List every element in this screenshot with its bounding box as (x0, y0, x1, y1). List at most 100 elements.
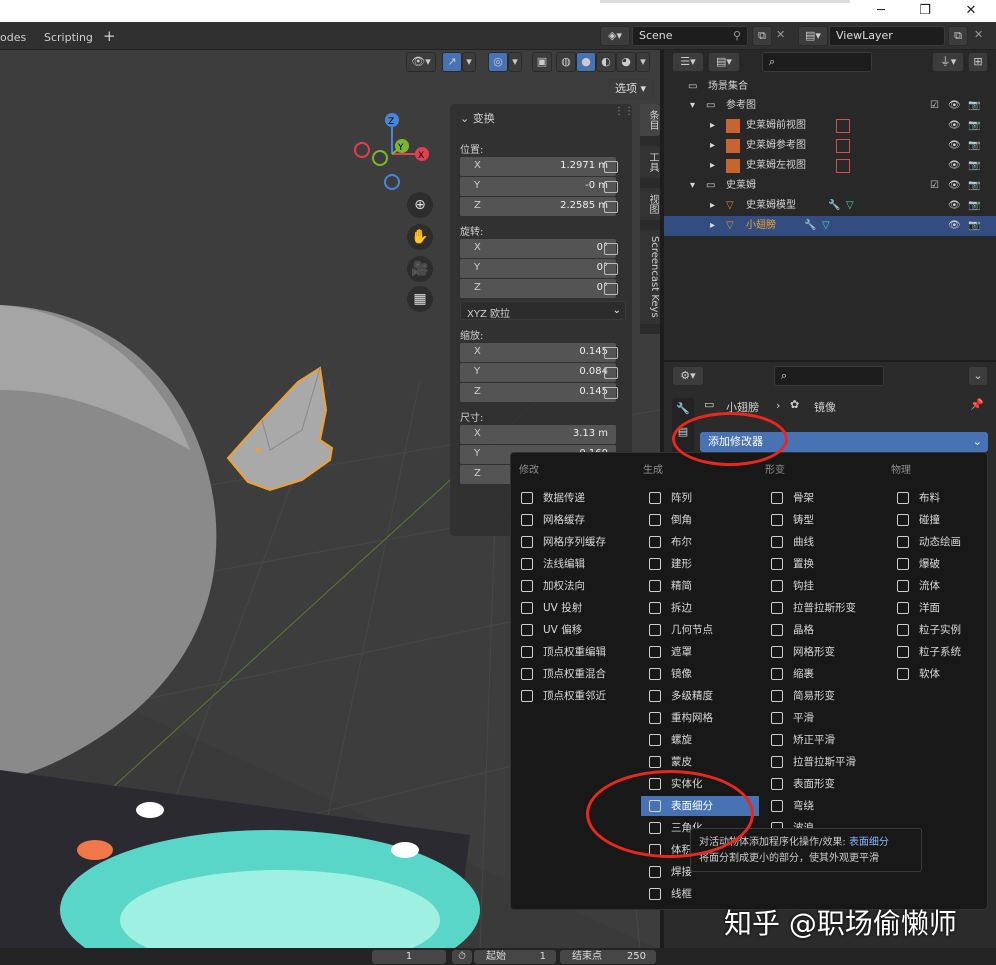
workspace-tab-scripting[interactable]: Scripting (44, 31, 93, 44)
menu-item[interactable]: 数据传递 (513, 488, 631, 508)
eye-icon[interactable]: 👁 (948, 156, 961, 176)
viewlayer-selector[interactable]: ViewLayer (829, 26, 945, 46)
tab-view[interactable]: 视图 (640, 188, 660, 220)
rotation-mode-dropdown[interactable]: XYZ 欧拉 ⌄ (460, 301, 626, 320)
eye-icon[interactable]: 👁 (948, 116, 961, 136)
ortho-toggle-icon[interactable]: ▦ (407, 286, 433, 312)
options-dropdown[interactable]: 选项 ▾ (608, 79, 654, 99)
new-viewlayer-icon[interactable]: ⧉ (948, 26, 968, 46)
scene-selector[interactable]: Scene ⚲ (632, 26, 748, 46)
checkbox-icon[interactable]: ☑ (930, 176, 939, 196)
maximize-button[interactable]: ❐ (910, 2, 940, 20)
editor-type-icon[interactable]: ☰▾ (672, 52, 704, 72)
display-mode-icon[interactable]: ▤▾ (708, 52, 740, 72)
dimensions-x-field[interactable]: X 3.13 m (460, 425, 616, 444)
rendered-shading-icon[interactable]: ◕ (616, 52, 636, 72)
outliner-row-object[interactable]: ▸ ▽ 史莱姆模型 🔧 ▽ 👁 📷 (664, 196, 996, 216)
transform-title[interactable]: ⌄ 变换 (460, 110, 495, 126)
menu-item[interactable]: 平滑 (763, 708, 881, 728)
scale-y-field[interactable]: Y 0.084 (460, 363, 616, 382)
minimize-button[interactable]: ─ (866, 2, 896, 20)
menu-item[interactable]: 几何节点 (641, 620, 759, 640)
end-frame-field[interactable]: 结束点 250 (560, 950, 656, 964)
workspace-tab-geometry-nodes[interactable]: odes (0, 31, 26, 44)
expand-arrow-icon[interactable]: ▸ (710, 136, 715, 156)
new-collection-icon[interactable]: ⊞ (968, 52, 988, 72)
menu-item[interactable]: 拉普拉斯平滑 (763, 752, 881, 772)
menu-item[interactable]: 流体 (889, 576, 996, 596)
outliner-row-scene-collection[interactable]: ▭ 场景集合 (664, 77, 996, 97)
menu-item[interactable]: 爆破 (889, 554, 996, 574)
new-scene-icon[interactable]: ⧉ (752, 26, 772, 46)
gizmo-toggle-icon[interactable]: ↗ (442, 52, 462, 72)
camera-icon[interactable]: 📷 (968, 96, 980, 116)
expand-arrow-icon[interactable]: ▾ (690, 96, 695, 116)
camera-view-icon[interactable]: 🎥 (407, 256, 433, 282)
menu-item[interactable]: 蒙皮 (641, 752, 759, 772)
menu-item[interactable]: 碰撞 (889, 510, 996, 530)
menu-item[interactable]: 骨架 (763, 488, 881, 508)
outliner-row-object-selected[interactable]: ▸ ▽ 小翅膀 🔧 ▽ 👁 📷 (664, 216, 996, 236)
lock-icon[interactable] (604, 283, 618, 295)
menu-item[interactable]: 倒角 (641, 510, 759, 530)
menu-item[interactable]: 多级精度 (641, 686, 759, 706)
outliner-row-object[interactable]: ▸ 史莱姆参考图 👁 📷 (664, 136, 996, 156)
options-dropdown-icon[interactable]: ⌄ (968, 366, 988, 386)
drag-handle-icon[interactable]: ⋮⋮ (614, 106, 634, 117)
zoom-icon[interactable]: ⊕ (407, 192, 433, 218)
lock-icon[interactable] (604, 201, 618, 213)
menu-item[interactable]: 重构网格 (641, 708, 759, 728)
camera-icon[interactable]: 📷 (968, 116, 980, 136)
camera-icon[interactable]: 📷 (968, 196, 980, 216)
eye-icon[interactable]: 👁 (948, 96, 961, 116)
menu-item[interactable]: 布料 (889, 488, 996, 508)
menu-item[interactable]: 网格形变 (763, 642, 881, 662)
rotation-z-field[interactable]: Z 0° (460, 279, 616, 298)
menu-item[interactable]: 弯绕 (763, 796, 881, 816)
location-y-field[interactable]: Y -0 m (460, 177, 616, 196)
menu-item[interactable]: 简易形变 (763, 686, 881, 706)
pin-icon[interactable]: ⚲ (733, 27, 741, 45)
menu-item[interactable]: 缩裹 (763, 664, 881, 684)
wing-mesh-selected[interactable] (226, 366, 334, 492)
menu-item[interactable]: 拆边 (641, 598, 759, 618)
overlays-icon[interactable]: ◎ (488, 52, 508, 72)
lock-icon[interactable] (604, 387, 618, 399)
location-x-field[interactable]: X 1.2971 m (460, 157, 616, 176)
outliner-row-collection[interactable]: ▾ ▭ 史莱姆 ☑ 👁 📷 (664, 176, 996, 196)
menu-item[interactable]: 表面形变 (763, 774, 881, 794)
menu-item[interactable]: 铸型 (763, 510, 881, 530)
expand-arrow-icon[interactable]: ▸ (710, 196, 715, 216)
menu-item[interactable]: 钩挂 (763, 576, 881, 596)
tool-tab-icon[interactable]: 🔧 (672, 402, 694, 415)
menu-item[interactable]: UV 投射 (513, 598, 631, 618)
close-button[interactable]: ✕ (956, 2, 986, 20)
xray-icon[interactable]: ▣ (532, 52, 552, 72)
menu-item[interactable]: 粒子系统 (889, 642, 996, 662)
menu-item[interactable]: 洋面 (889, 598, 996, 618)
scale-z-field[interactable]: Z 0.145 (460, 383, 616, 402)
rotation-y-field[interactable]: Y 0° (460, 259, 616, 278)
lock-icon[interactable] (604, 367, 618, 379)
eye-icon[interactable]: 👁 (948, 216, 961, 236)
menu-item[interactable]: UV 偏移 (513, 620, 631, 640)
camera-icon[interactable]: 📷 (968, 136, 980, 156)
camera-icon[interactable]: 📷 (968, 156, 980, 176)
checkbox-icon[interactable]: ☑ (930, 96, 939, 116)
menu-item[interactable]: 曲线 (763, 532, 881, 552)
add-workspace-button[interactable]: + (103, 27, 116, 45)
lock-icon[interactable] (604, 263, 618, 275)
eye-icon[interactable]: 👁 (948, 196, 961, 216)
expand-arrow-icon[interactable]: ▸ (710, 116, 715, 136)
menu-item[interactable]: 线框 (641, 884, 759, 904)
menu-item[interactable]: 顶点权重混合 (513, 664, 631, 684)
lock-icon[interactable] (604, 181, 618, 193)
current-frame-field[interactable]: 1 (372, 950, 446, 964)
menu-item[interactable]: 网格序列缓存 (513, 532, 631, 552)
lock-icon[interactable] (604, 161, 618, 173)
location-z-field[interactable]: Z 2.2585 m (460, 197, 616, 216)
visibility-icon[interactable]: 👁▾ (406, 52, 436, 72)
lock-icon[interactable] (604, 243, 618, 255)
menu-item[interactable]: 顶点权重邻近 (513, 686, 631, 706)
menu-item[interactable]: 动态绘画 (889, 532, 996, 552)
